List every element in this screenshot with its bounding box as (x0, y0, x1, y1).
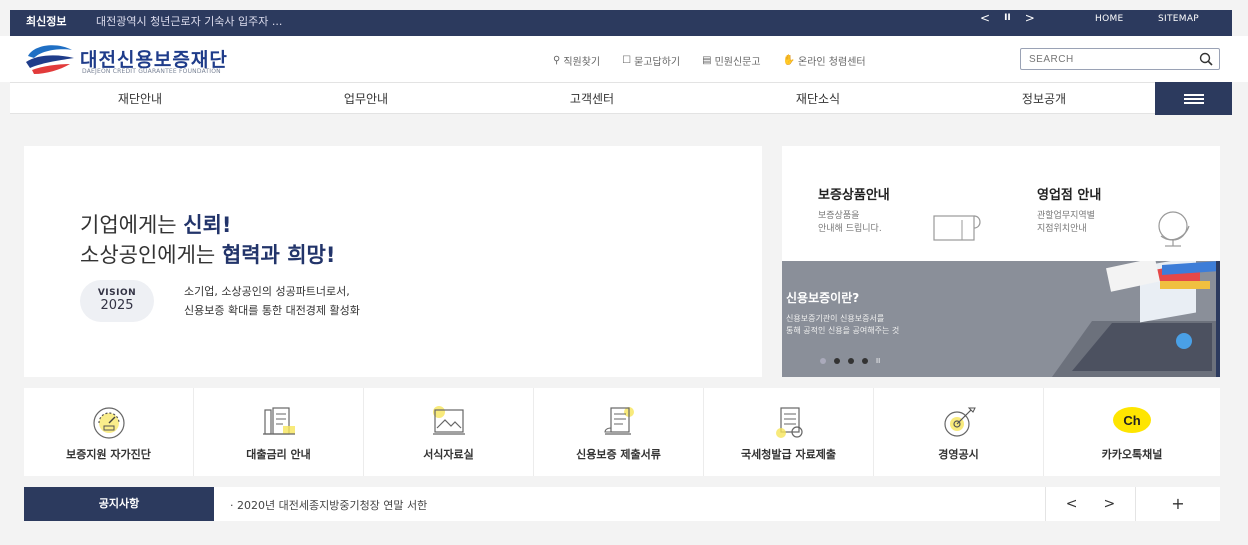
search-icon[interactable] (1199, 52, 1213, 66)
right-panels: 보증상품안내 보증상품을 안내해 드립니다. 영업점 안내 관할업무지역별 지점위치… (782, 146, 1220, 377)
vision-badge: VISION 2025 (80, 280, 154, 322)
scroll-document-icon (603, 407, 634, 435)
top-bar: 최신정보 대전광역시 청년근로자 기숙사 입주자 ... < II > HOME… (0, 0, 1248, 36)
nav-item-news[interactable]: 재단소식 (728, 90, 908, 107)
quick-forms-library[interactable]: 서식자료실 (364, 388, 534, 476)
kakao-badge-text: Ch (1123, 413, 1140, 428)
notice-bar: 공지사항 · 2020년 대전세종지방중기청장 연말 서한 < > + (24, 487, 1220, 521)
person-icon: ⚲ (553, 55, 561, 66)
petition-link[interactable]: ▤ 민원신문고 (702, 53, 760, 68)
quick-guarantee-documents[interactable]: 신용보증 제출서류 (534, 388, 704, 476)
hand-icon: ✋ (782, 55, 796, 66)
notice-prev-button[interactable]: < (1066, 496, 1078, 512)
nav-item-services[interactable]: 업무안내 (276, 90, 456, 107)
target-icon (943, 407, 976, 437)
sitemap-link[interactable]: SITEMAP (1158, 14, 1199, 24)
slide-dot[interactable] (834, 358, 840, 364)
ticker-next-button[interactable]: > (1025, 11, 1035, 25)
hero-headline: 기업에게는 신뢰! 소상공인에게는 협력과 희망! (80, 213, 336, 267)
quick-kakao-channel[interactable]: Ch 카카오톡채널 (1044, 388, 1220, 476)
logo-english-name: DAEJEON CREDIT GUARANTEE FOUNDATION (82, 68, 221, 75)
kakao-channel-icon: Ch (1113, 407, 1151, 433)
laptop-illustration (1052, 261, 1220, 377)
hero-description: 소기업, 소상공인의 성공파트너로서, 신용보증 확대를 통한 대전경제 활성화 (184, 285, 360, 317)
notice-title[interactable]: 공지사항 (24, 487, 214, 521)
notice-more-button[interactable]: + (1135, 487, 1220, 521)
branch-info-card[interactable]: 영업점 안내 관할업무지역별 지점위치안내 (1001, 146, 1220, 261)
find-staff-link[interactable]: ⚲ 직원찾기 (553, 53, 600, 68)
credit-guarantee-banner[interactable]: 신용보증이란? 신용보증기관이 신용보증서를 통해 공적인 신용을 공여해주는 것… (782, 261, 1220, 377)
slide-dot[interactable] (862, 358, 868, 364)
slide-dot[interactable] (848, 358, 854, 364)
search-box (1020, 48, 1220, 70)
ticker-news-link[interactable]: 대전광역시 청년근로자 기숙사 입주자 ... (96, 13, 282, 29)
document-chart-icon (262, 407, 295, 435)
quick-loan-rate[interactable]: 대출금리 안내 (194, 388, 364, 476)
ticker-prev-button[interactable]: < (980, 11, 990, 25)
menu-icon (1184, 94, 1204, 96)
ticker-pause-button[interactable]: II (1004, 11, 1011, 25)
checklist-icon (775, 407, 803, 438)
ticker-tag: 최신정보 (26, 15, 67, 28)
header: 대전신용보증재단 DAEJEON CREDIT GUARANTEE FOUNDA… (0, 36, 1248, 82)
home-link[interactable]: HOME (1095, 14, 1124, 24)
logo-emblem-icon (26, 45, 74, 74)
slider-pager: II (820, 357, 880, 365)
quick-tax-documents[interactable]: 국세청발급 자료제출 (704, 388, 874, 476)
notice-controls: < > (1045, 487, 1135, 521)
quick-management-disclosure[interactable]: 경영공시 (874, 388, 1044, 476)
integrity-center-link[interactable]: ✋ 온라인 청렴센터 (783, 53, 866, 68)
nav-item-foundation[interactable]: 재단안내 (50, 90, 230, 107)
utility-links: ⚲ 직원찾기 ☐ 묻고답하기 ▤ 민원신문고 ✋ 온라인 청렴센터 (553, 53, 866, 68)
news-ticker: 최신정보 대전광역시 청년근로자 기숙사 입주자 ... < II > HOME… (10, 10, 1232, 36)
notice-next-button[interactable]: > (1104, 496, 1116, 512)
gauge-icon (92, 407, 125, 439)
main-navigation: 재단안내 업무안내 고객센터 재단소식 정보공개 (10, 82, 1232, 115)
site-logo[interactable]: 대전신용보증재단 DAEJEON CREDIT GUARANTEE FOUNDA… (24, 42, 254, 78)
chat-icon: ☐ (622, 55, 632, 66)
globe-icon (1158, 211, 1190, 247)
nav-item-customer-center[interactable]: 고객센터 (502, 90, 682, 107)
hero-banner: 기업에게는 신뢰! 소상공인에게는 협력과 희망! VISION 2025 소기… (24, 146, 762, 377)
guarantee-products-card[interactable]: 보증상품안내 보증상품을 안내해 드립니다. (782, 146, 1001, 261)
quick-menu: 보증지원 자가진단 대출금리 안내 서식자료실 신용보증 제출서류 국세청발급 … (24, 388, 1220, 476)
slider-pause-button[interactable]: II (876, 357, 880, 365)
notice-item-link[interactable]: · 2020년 대전세종지방중기청장 연말 서한 (230, 497, 427, 513)
scroll-icon (933, 215, 981, 241)
document-icon: ▤ (702, 55, 712, 66)
quick-self-diagnosis[interactable]: 보증지원 자가진단 (24, 388, 194, 476)
nav-item-disclosure[interactable]: 정보공개 (954, 90, 1134, 107)
ticker-controls: < II > (980, 11, 1035, 25)
all-menu-button[interactable] (1155, 82, 1232, 115)
image-frame-icon (432, 406, 465, 435)
qna-link[interactable]: ☐ 묻고답하기 (622, 53, 680, 68)
search-input[interactable] (1029, 51, 1189, 67)
slide-dot[interactable] (820, 358, 826, 364)
